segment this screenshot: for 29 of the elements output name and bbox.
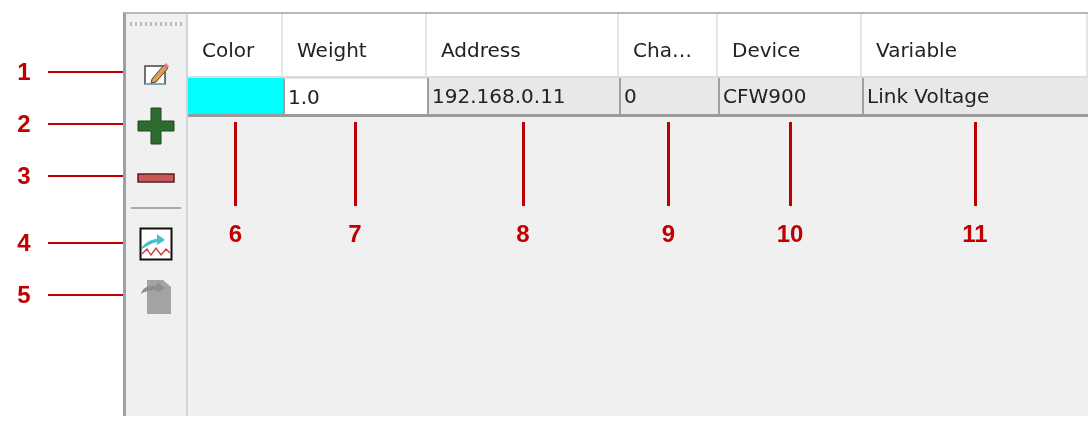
callout-number: 5 [16,281,32,309]
edit-icon [143,61,169,87]
callout-number: 6 [228,220,243,248]
color-swatch[interactable] [188,78,283,114]
table-cell[interactable]: 1.0 [283,78,427,114]
callout-number: 3 [16,162,32,190]
plus-icon [137,107,175,145]
callout-number: 1 [16,58,32,86]
table-cell: 192.168.0.11 [427,78,619,114]
callout-number: 7 [348,220,362,248]
callout-number: 11 [962,220,988,248]
column-header[interactable]: Color [188,14,283,76]
callout-number: 9 [661,220,676,248]
table-cell: Link Voltage [862,78,1088,114]
grip-handle[interactable] [130,22,182,26]
callout-number: 4 [16,229,32,257]
callout-number: 8 [516,220,530,248]
chart-icon [139,227,173,261]
column-header[interactable]: Weight [283,14,427,76]
column-header[interactable]: Cha… [619,14,718,76]
callout-number: 2 [16,110,32,138]
column-header[interactable]: Device [718,14,862,76]
table-cell: 0 [619,78,718,114]
table-cell: CFW900 [718,78,862,114]
column-header[interactable]: Variable [862,14,1088,76]
minus-icon [137,172,175,184]
toolbar-button[interactable] [134,104,178,148]
column-header[interactable]: Address [427,14,619,76]
callout-number: 10 [776,220,804,248]
